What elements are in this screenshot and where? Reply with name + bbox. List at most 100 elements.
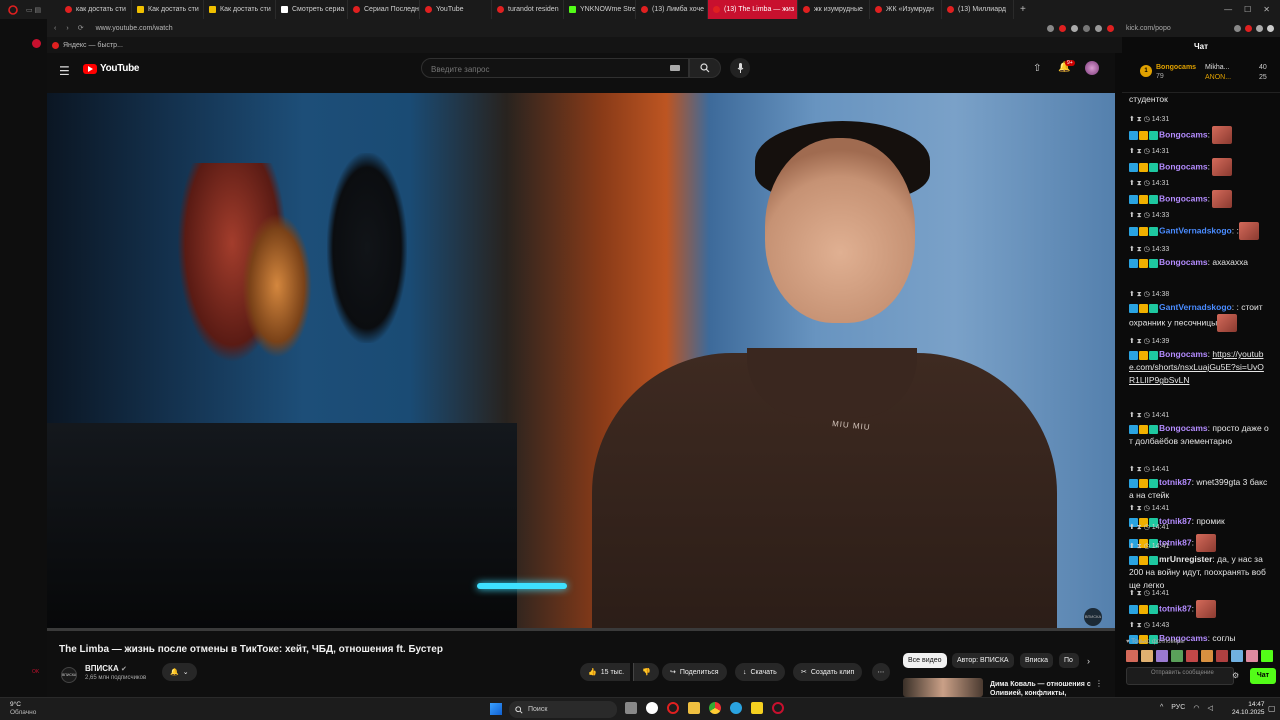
- search-box[interactable]: [421, 58, 689, 79]
- chip-author[interactable]: Автор: ВПИСКА: [952, 653, 1014, 668]
- browser-tab[interactable]: (13) Лимба хоче: [636, 0, 708, 19]
- subscription-bell-button[interactable]: 🔔 ⌄: [162, 663, 197, 681]
- chat-username[interactable]: GantVernadskogo: [1159, 225, 1232, 235]
- like-button[interactable]: 👍 15 тыс.: [580, 663, 631, 681]
- kick-extension-icons[interactable]: [1234, 24, 1280, 32]
- browser-sidebar: ОK: [0, 19, 47, 697]
- chips-next-icon[interactable]: ›: [1087, 656, 1090, 666]
- browser-tab[interactable]: жк изумрудные: [798, 0, 870, 19]
- browser-tab[interactable]: Как достать сти: [132, 0, 204, 19]
- search-button[interactable]: [689, 58, 721, 78]
- channel-name[interactable]: ВПИСКА ✔: [85, 664, 127, 673]
- chat-input[interactable]: Отправить сообщение: [1126, 667, 1234, 685]
- tray-language[interactable]: РУС: [1171, 704, 1185, 712]
- chat-username[interactable]: GantVernadskogo: [1159, 302, 1232, 312]
- kick-url[interactable]: kick.com/popo: [1126, 25, 1171, 32]
- create-clip-button[interactable]: ✂ Создать клип: [793, 663, 863, 681]
- file-explorer-icon[interactable]: [688, 702, 700, 714]
- voice-search-button[interactable]: [730, 58, 750, 78]
- account-avatar[interactable]: [1085, 61, 1099, 75]
- taskbar-search[interactable]: Поиск: [509, 701, 617, 718]
- browser-tab[interactable]: (13) The Limba — жиз: [708, 0, 798, 19]
- opera-icon[interactable]: [0, 4, 26, 15]
- leaderboard-first[interactable]: Bongocams 79: [1156, 63, 1196, 81]
- clock[interactable]: 14:47 24.10.2025: [1232, 701, 1265, 717]
- video-player[interactable]: MIU MIU ВПИСКА: [47, 93, 1115, 628]
- download-label: Скачать: [750, 668, 777, 676]
- chat-message-time: 14:33: [1151, 212, 1170, 219]
- tray-chevron-icon[interactable]: ^: [1160, 704, 1163, 712]
- browser-tab[interactable]: Как достать сти: [204, 0, 276, 19]
- search-input[interactable]: [422, 60, 652, 79]
- chat-username[interactable]: totnik87: [1159, 477, 1192, 487]
- browser-tab[interactable]: как достать сти: [60, 0, 132, 19]
- channel-avatar[interactable]: ВПИСКА: [61, 667, 77, 683]
- pin-icon: ⬆ ⧗ ◷: [1129, 148, 1152, 155]
- upload-icon[interactable]: ⇧: [1033, 63, 1041, 74]
- browser-tab[interactable]: turandot residen: [492, 0, 564, 19]
- chat-username[interactable]: totnik87: [1159, 603, 1192, 613]
- weather-widget[interactable]: 9°C Облачно: [10, 701, 36, 717]
- browser-tab[interactable]: (13) Миллиард: [942, 0, 1014, 19]
- minimize-icon[interactable]: —: [1224, 5, 1232, 14]
- close-icon[interactable]: ✕: [1263, 5, 1270, 14]
- leaderboard-second[interactable]: Mikha... 40 ANON... 25: [1205, 63, 1275, 83]
- url-field[interactable]: www.youtube.com/watch: [96, 25, 173, 32]
- sidebar-app-icon[interactable]: [32, 39, 41, 48]
- opera-taskbar-icon[interactable]: [667, 702, 679, 714]
- recommendation-menu-icon[interactable]: ⋮: [1095, 679, 1103, 688]
- browser-tab[interactable]: YNKNOWme Stre: [564, 0, 636, 19]
- dislike-button[interactable]: 👎: [633, 663, 659, 681]
- chat-send-button[interactable]: Чат: [1250, 668, 1276, 684]
- youtube-logo[interactable]: YouTube: [83, 63, 140, 74]
- chat-settings-icon[interactable]: ⚙: [1232, 671, 1239, 680]
- chat-username[interactable]: Bongocams: [1159, 423, 1208, 433]
- notification-center-icon[interactable]: ▢: [1268, 704, 1276, 713]
- share-button[interactable]: ↪ Поделиться: [662, 663, 727, 681]
- extension-icons[interactable]: [1047, 24, 1114, 32]
- notes-app-icon[interactable]: [751, 702, 763, 714]
- browser-tab[interactable]: Сериал Последн: [348, 0, 420, 19]
- thumbs-up-icon: 👍: [588, 669, 597, 676]
- menu-icon[interactable]: ☰: [59, 64, 70, 78]
- tab-strip-icons[interactable]: ▭ ▤: [26, 6, 60, 14]
- browser-tab[interactable]: ЖК «Изумрудн: [870, 0, 942, 19]
- forward-icon[interactable]: ›: [66, 25, 68, 32]
- chrome-icon[interactable]: [709, 702, 721, 714]
- reload-icon[interactable]: ⟳: [78, 24, 84, 32]
- recommendation-title[interactable]: Дима Коваль — отношения с Оливией, конфл…: [990, 680, 1091, 698]
- maximize-icon[interactable]: ☐: [1244, 5, 1251, 14]
- tab-favicon-icon: [875, 6, 882, 13]
- recommendation-thumbnail[interactable]: [903, 678, 983, 697]
- chat-username[interactable]: Bongocams: [1159, 257, 1208, 267]
- chip-more[interactable]: По: [1059, 653, 1079, 668]
- browser-tab-bar: ▭ ▤ как достать сти Как достать сти Как до…: [0, 0, 1280, 19]
- chat-username[interactable]: mrUnregister: [1159, 554, 1212, 564]
- youtube-header: ☰ YouTube ⇧ 🔔 9+: [47, 53, 1115, 93]
- chat-message-body: totnik87:: [1129, 600, 1269, 618]
- chat-username[interactable]: Bongocams: [1159, 129, 1208, 139]
- browser-tab[interactable]: YouTube: [420, 0, 492, 19]
- window-controls[interactable]: — ☐ ✕: [1224, 5, 1280, 14]
- browser-tab[interactable]: Смотреть сериа: [276, 0, 348, 19]
- keyboard-icon[interactable]: [670, 65, 680, 71]
- task-view-icon[interactable]: [625, 702, 637, 714]
- yandex-browser-icon[interactable]: [646, 702, 658, 714]
- chat-message-time: 14:39: [1151, 338, 1170, 345]
- chat-username[interactable]: Bongocams: [1159, 349, 1208, 359]
- download-button[interactable]: ↓ Скачать: [735, 663, 785, 681]
- new-tab-button[interactable]: +: [1020, 4, 1026, 15]
- wifi-icon[interactable]: ◠: [1193, 704, 1199, 712]
- windows-start-icon[interactable]: [490, 703, 502, 715]
- chip-vpiska[interactable]: Вписка: [1020, 653, 1053, 668]
- chat-username[interactable]: Bongocams: [1159, 193, 1208, 203]
- emote-bar[interactable]: [1126, 650, 1276, 664]
- more-actions-button[interactable]: ⋯: [872, 663, 890, 681]
- telegram-icon[interactable]: [730, 702, 742, 714]
- bookmark-yandex[interactable]: Яндекс — быстр...: [63, 42, 123, 49]
- back-icon[interactable]: ‹: [54, 25, 56, 32]
- chip-all-videos[interactable]: Все видео: [903, 653, 947, 668]
- chat-username[interactable]: Bongocams: [1159, 161, 1208, 171]
- opera-gx-icon[interactable]: [772, 702, 784, 714]
- volume-icon[interactable]: ◁: [1207, 704, 1212, 712]
